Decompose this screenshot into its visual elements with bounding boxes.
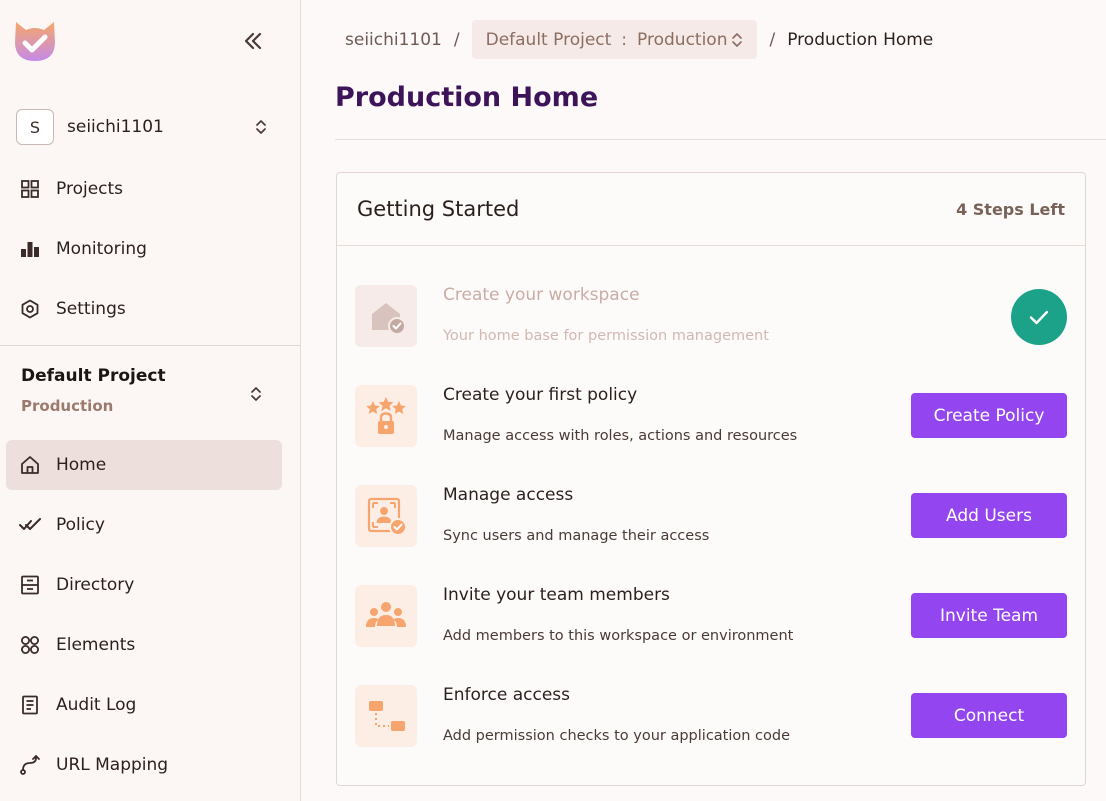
completed-check-icon [1011, 289, 1067, 345]
house-check-icon [355, 285, 417, 347]
org-avatar: S [16, 109, 54, 145]
project-name[interactable]: Default Project [21, 366, 166, 386]
breadcrumb-project-switcher[interactable]: Default Project : Production [471, 20, 758, 59]
stars-lock-icon [355, 385, 417, 447]
step-title: Manage access [443, 485, 574, 505]
sidebar-item-monitoring[interactable]: Monitoring [6, 224, 282, 274]
step-create-policy: Create your first policy Manage access w… [355, 385, 1067, 449]
sidebar-item-label: Policy [56, 515, 105, 535]
step-description: Sync users and manage their access [443, 528, 710, 544]
sidebar-item-label: Elements [56, 635, 136, 655]
directory-icon [19, 574, 41, 596]
create-policy-button[interactable]: Create Policy [911, 393, 1067, 438]
step-title: Enforce access [443, 685, 571, 705]
sidebar-item-elements[interactable]: Elements [6, 620, 282, 670]
breadcrumb-separator: / [453, 29, 460, 50]
sidebar-item-settings[interactable]: Settings [6, 284, 282, 334]
sidebar-item-label: Projects [56, 179, 124, 199]
card-title: Getting Started [357, 197, 520, 221]
getting-started-card: Getting Started 4 Steps Left Create your… [336, 172, 1086, 786]
step-title: Invite your team members [443, 585, 670, 605]
connect-button[interactable]: Connect [911, 693, 1067, 738]
steps-left-counter: 4 Steps Left [956, 200, 1065, 219]
document-icon [19, 694, 41, 716]
app-logo-icon[interactable] [12, 18, 58, 64]
chevron-updown-icon [732, 32, 743, 47]
step-description: Add members to this workspace or environ… [443, 628, 794, 644]
breadcrumb-org[interactable]: seiichi1101 [345, 30, 442, 50]
step-description: Your home base for permission management [443, 328, 769, 344]
breadcrumb-environment: Production [637, 29, 728, 50]
user-frame-check-icon [355, 485, 417, 547]
page-title: Production Home [335, 82, 599, 113]
org-switcher[interactable]: S seiichi1101 [16, 108, 284, 146]
breadcrumb-project: Default Project [485, 29, 612, 50]
step-enforce-access: Enforce access Add permission checks to … [355, 685, 1067, 749]
org-name: seiichi1101 [67, 117, 164, 137]
sidebar-item-label: Home [56, 455, 107, 475]
step-title: Create your first policy [443, 385, 638, 405]
step-description: Add permission checks to your applicatio… [443, 728, 791, 744]
bar-chart-icon [19, 238, 41, 260]
sidebar-divider [0, 345, 301, 346]
sidebar-item-audit-log[interactable]: Audit Log [6, 680, 282, 730]
card-header: Getting Started 4 Steps Left [337, 173, 1085, 246]
sidebar-item-label: URL Mapping [56, 755, 169, 775]
sidebar-item-label: Settings [56, 299, 126, 319]
step-create-workspace: Create your workspace Your home base for… [355, 285, 1067, 349]
sidebar-item-url-mapping[interactable]: URL Mapping [6, 740, 282, 790]
sidebar-item-directory[interactable]: Directory [6, 560, 282, 610]
step-manage-access: Manage access Sync users and manage thei… [355, 485, 1067, 549]
sidebar-item-label: Monitoring [56, 239, 147, 259]
flow-icon [355, 685, 417, 747]
invite-team-button[interactable]: Invite Team [911, 593, 1067, 638]
elements-icon [19, 634, 41, 656]
sidebar-item-projects[interactable]: Projects [6, 164, 282, 214]
add-users-button[interactable]: Add Users [911, 493, 1067, 538]
team-icon [355, 585, 417, 647]
step-invite-team: Invite your team members Add members to … [355, 585, 1067, 649]
chevron-updown-icon [254, 118, 268, 136]
chevron-updown-icon[interactable] [249, 385, 263, 403]
breadcrumb: seiichi1101 / Default Project : Producti… [345, 20, 933, 59]
sidebar-item-policy[interactable]: Policy [6, 500, 282, 550]
project-environment[interactable]: Production [21, 397, 113, 415]
gear-icon [19, 298, 41, 320]
sidebar: S seiichi1101 Projects Monitoring Settin… [0, 0, 301, 801]
route-icon [19, 754, 41, 776]
grid-icon [19, 178, 41, 200]
title-divider [335, 139, 1106, 140]
sidebar-item-home[interactable]: Home [6, 440, 282, 490]
step-description: Manage access with roles, actions and re… [443, 428, 798, 444]
double-check-icon [19, 514, 41, 536]
sidebar-item-label: Directory [56, 575, 135, 595]
collapse-sidebar-icon[interactable] [240, 28, 266, 54]
breadcrumb-current: Production Home [787, 29, 934, 50]
step-title: Create your workspace [443, 285, 640, 305]
sidebar-item-label: Audit Log [56, 695, 137, 715]
home-icon [19, 454, 41, 476]
breadcrumb-separator: / [769, 29, 776, 50]
breadcrumb-colon: : [621, 29, 628, 50]
